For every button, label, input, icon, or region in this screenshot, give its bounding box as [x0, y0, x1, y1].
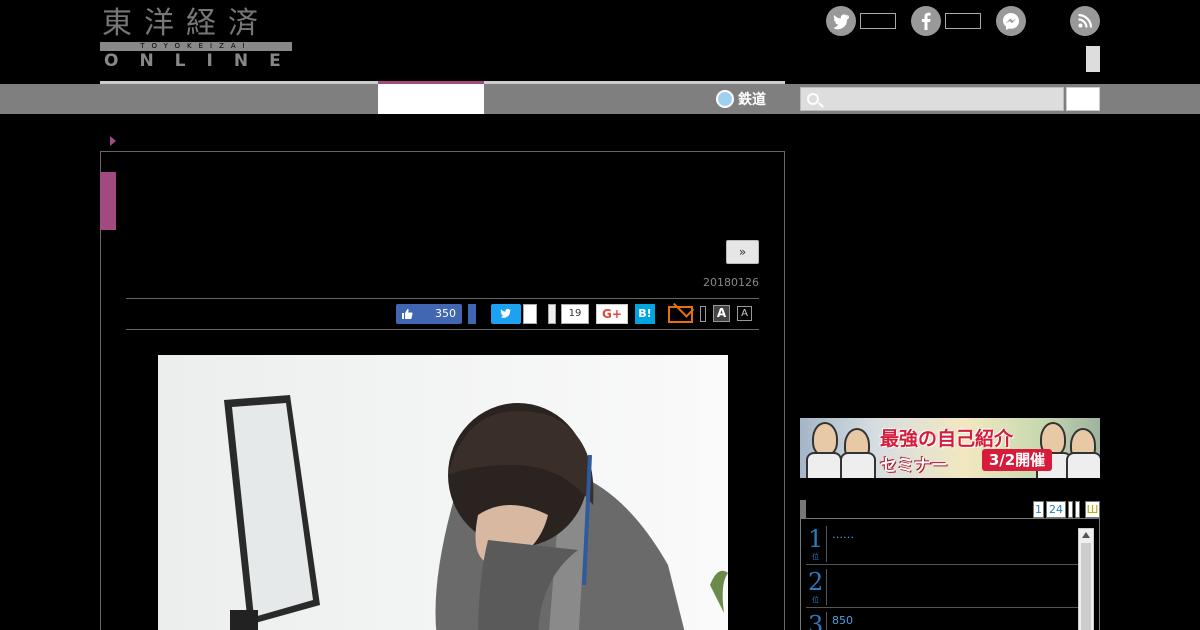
- share-rule-bottom: [126, 329, 759, 330]
- ranking-divider: [826, 569, 827, 605]
- twitter-follow-count: [860, 13, 896, 29]
- ranking-tab[interactable]: [1075, 501, 1080, 518]
- search-icon: [807, 93, 819, 105]
- header-menu-button[interactable]: [1086, 46, 1100, 72]
- site-logo[interactable]: 東洋経済 TOYOKEIZAI ONLINE: [100, 6, 292, 70]
- banner-title: 最強の自己紹介: [880, 428, 1014, 450]
- facebook-share-button[interactable]: [468, 304, 476, 324]
- manga-character-body: [840, 452, 876, 478]
- ranking-item[interactable]: 3 位 850: [806, 608, 1078, 630]
- ranking-number: 3: [808, 611, 824, 630]
- ranking-tab-24[interactable]: 24: [1046, 501, 1066, 518]
- banner-date: 3/2開催: [982, 449, 1052, 471]
- share-rule-top: [126, 298, 759, 299]
- facebook-icon: [911, 6, 941, 36]
- manga-character-icon: [812, 422, 838, 456]
- search-input[interactable]: [825, 88, 1061, 110]
- facebook-like-button[interactable]: 350: [396, 304, 462, 324]
- next-page-button[interactable]: »: [726, 240, 759, 264]
- nav-item-railway[interactable]: 鉄道: [716, 87, 766, 111]
- tweet-count: [523, 304, 537, 324]
- ranking-tab[interactable]: [1068, 501, 1073, 518]
- ranking-number: 2: [808, 568, 824, 596]
- logo-kanji: 東洋経済: [102, 6, 270, 41]
- manga-character-body: [806, 452, 842, 478]
- search-box: [800, 87, 1064, 111]
- search-button[interactable]: [1066, 87, 1100, 111]
- rss-icon: [1070, 6, 1100, 36]
- ranking-item[interactable]: 1 位 ……: [806, 522, 1078, 565]
- title-marker: [100, 172, 116, 230]
- scroll-up-icon[interactable]: [1082, 532, 1090, 538]
- ranking-divider: [826, 526, 827, 562]
- article-date: 20180126: [703, 276, 759, 289]
- mail-icon[interactable]: [668, 306, 693, 323]
- font-size-large-button[interactable]: A: [713, 305, 730, 322]
- breadcrumb-arrow-icon: [110, 136, 116, 146]
- pocket-count: 19: [561, 304, 589, 324]
- ranking-unit: 位: [812, 596, 819, 604]
- ranking-title: ……: [832, 528, 854, 541]
- tweet-button[interactable]: [491, 304, 521, 324]
- pocket-button[interactable]: [548, 304, 556, 324]
- thumbs-up-icon: [402, 309, 413, 319]
- facebook-like-count: 350: [435, 307, 456, 320]
- seminar-banner[interactable]: 最強の自己紹介 セミナー 3/2開催: [800, 418, 1100, 478]
- article-photo: [158, 355, 728, 630]
- print-button[interactable]: [700, 306, 706, 322]
- scrollbar-thumb[interactable]: [1081, 543, 1091, 630]
- ranking-scrollbar[interactable]: [1078, 528, 1094, 630]
- font-size-small-button[interactable]: A: [737, 306, 752, 321]
- ranking-number: 1: [808, 525, 824, 553]
- twitter-icon: [826, 6, 856, 36]
- twitter-icon: [500, 308, 511, 318]
- ranking-title: 850: [832, 614, 853, 627]
- logo-romaji: TOYOKEIZAI: [100, 42, 292, 51]
- nav-item-railway-label: 鉄道: [738, 92, 766, 108]
- manga-character-body: [1066, 452, 1100, 478]
- nav-tab-active[interactable]: [378, 84, 484, 114]
- ranking-unit: 位: [812, 553, 819, 561]
- logo-online: ONLINE: [104, 51, 302, 71]
- facebook-follow-count: [945, 13, 981, 29]
- article-photo-illustration: [158, 355, 728, 630]
- ranking-tab-1[interactable]: 1: [1033, 501, 1044, 518]
- banner-subtitle: セミナー: [880, 456, 948, 476]
- ranking-divider: [826, 612, 827, 630]
- ranking-item[interactable]: 2 位: [806, 565, 1078, 608]
- ranking-header-bar: [800, 500, 806, 518]
- google-plus-button[interactable]: G+: [596, 304, 628, 324]
- hatena-bookmark-button[interactable]: B!: [635, 304, 655, 324]
- messenger-icon: [996, 6, 1026, 36]
- train-icon: [716, 90, 734, 108]
- ranking-tab-extra[interactable]: Ш: [1085, 501, 1100, 518]
